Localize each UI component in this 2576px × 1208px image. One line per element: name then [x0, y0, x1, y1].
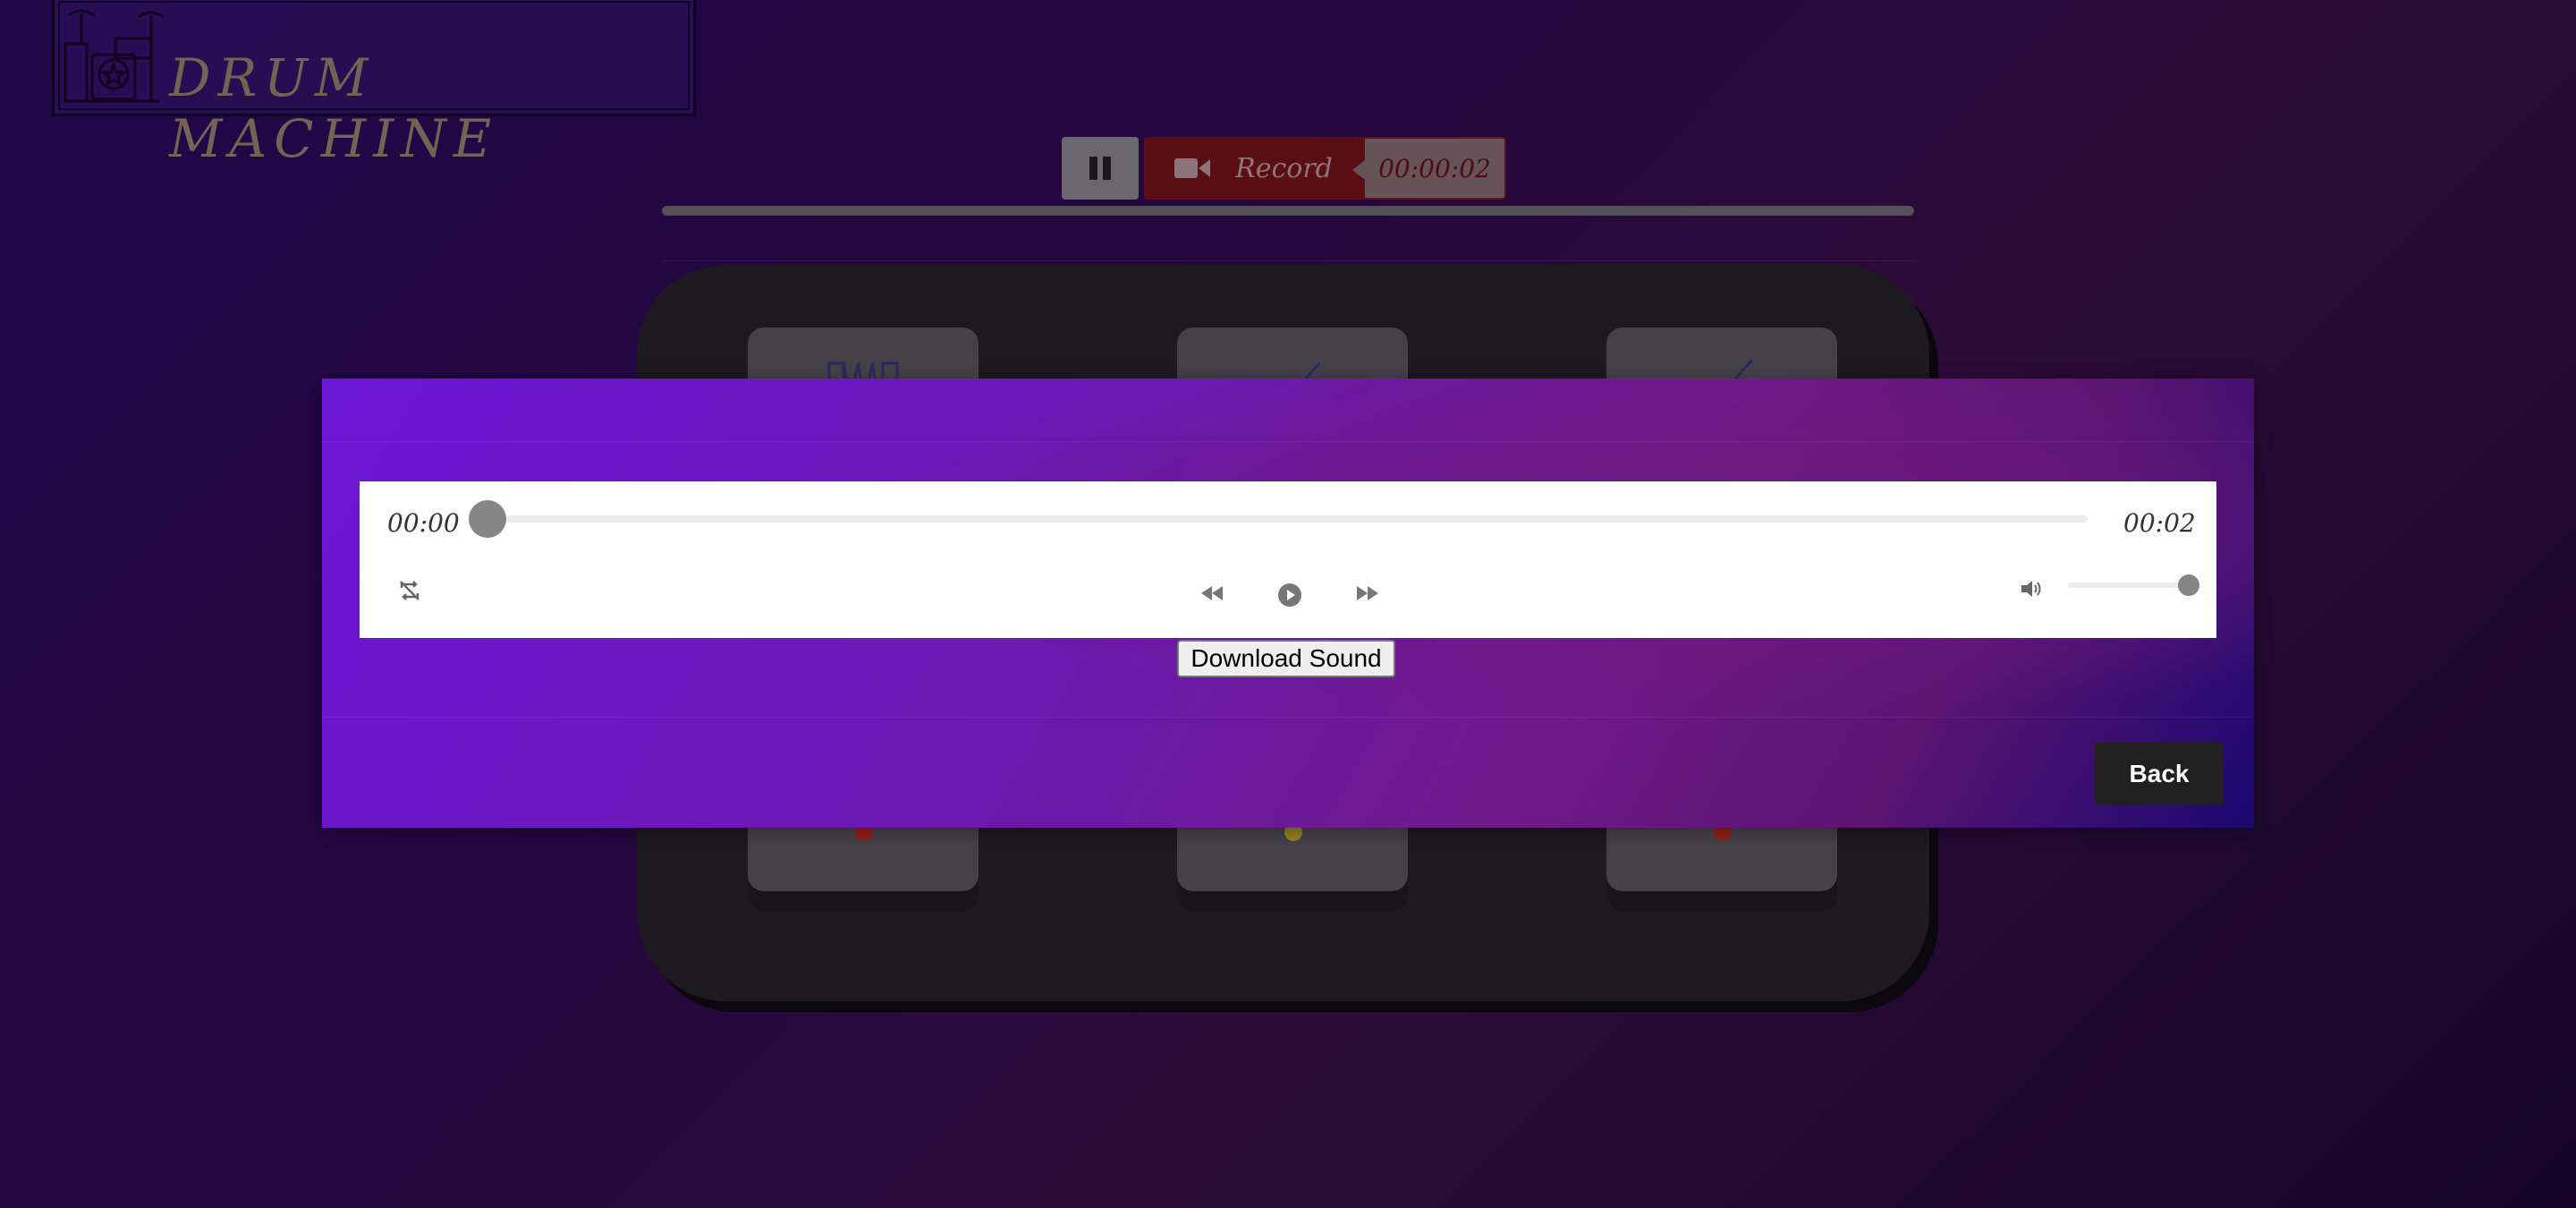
mute-button[interactable]: [2016, 574, 2046, 603]
seek-bar[interactable]: [487, 515, 2088, 523]
rewind-button[interactable]: [1197, 580, 1227, 607]
video-camera-icon: [1174, 158, 1211, 178]
playback-modal: 00:00 00:02 Download Sound Back: [322, 379, 2254, 828]
app-title: DRUM MACHINE: [169, 47, 499, 169]
back-button[interactable]: Back: [2095, 743, 2224, 805]
seek-thumb[interactable]: [469, 500, 506, 538]
loop-button[interactable]: [395, 576, 424, 605]
download-sound-button[interactable]: Download Sound: [1177, 640, 1395, 677]
recorder-bar: Record 00:00:02: [1062, 137, 1506, 200]
volume-icon: [2021, 581, 2041, 597]
record-label: Record: [1235, 152, 1333, 184]
audio-player: 00:00 00:02: [360, 481, 2216, 638]
record-timer: 00:00:02: [1352, 137, 1506, 200]
duration: 00:02: [2123, 508, 2196, 538]
record-button[interactable]: Record: [1144, 137, 1363, 200]
repeat-off-icon: [400, 581, 419, 600]
rewind-icon: [1201, 586, 1223, 600]
play-button[interactable]: [1275, 580, 1305, 610]
fast-forward-button[interactable]: [1352, 580, 1383, 607]
modal-divider: [322, 717, 2254, 718]
volume-slider[interactable]: [2068, 583, 2193, 588]
pause-icon: [1089, 157, 1111, 180]
record-progress-bar: [662, 206, 1914, 216]
divider: [662, 260, 1914, 261]
drum-kit-icon: [64, 9, 165, 103]
app-logo: DRUM MACHINE: [52, 0, 696, 169]
pause-button[interactable]: [1062, 137, 1139, 200]
modal-divider: [322, 441, 2254, 442]
current-time: 00:00: [387, 508, 460, 538]
play-circle-icon: [1278, 583, 1301, 607]
volume-thumb[interactable]: [2178, 574, 2199, 596]
fast-forward-icon: [1357, 586, 1378, 600]
